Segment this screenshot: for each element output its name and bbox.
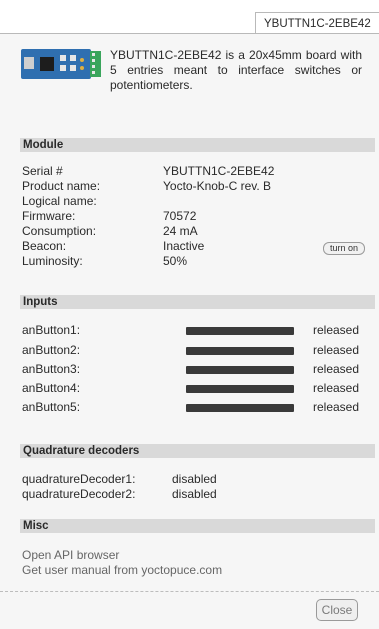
input-state-anbutton5: released: [313, 400, 360, 414]
input-label-anbutton2: anButton2:: [22, 343, 81, 357]
beacon-turn-on-button[interactable]: turn on: [323, 242, 365, 255]
quadrature-label-1: quadratureDecoder1:: [22, 472, 136, 486]
device-description: YBUTTN1C-2EBE42 is a 20x45mm board with …: [110, 48, 362, 92]
field-label-firmware: Firmware:: [22, 209, 76, 223]
input-state-anbutton3: released: [313, 362, 360, 376]
quadrature-label-2: quadratureDecoder2:: [22, 487, 136, 501]
input-level-bar-anbutton1: [186, 327, 294, 335]
device-panel: YBUTTN1C-2EBE42 is a 20x45mm board with …: [0, 33, 379, 629]
quadrature-value-1: disabled: [172, 472, 217, 486]
close-button[interactable]: Close: [316, 599, 358, 621]
tab-device[interactable]: YBUTTN1C-2EBE42: [255, 12, 379, 34]
field-value-luminosity: 50%: [163, 254, 188, 268]
field-value-firmware: 70572: [163, 209, 197, 223]
input-state-anbutton4: released: [313, 381, 360, 395]
section-misc: Misc: [20, 519, 375, 533]
field-label-serial: Serial #: [22, 164, 63, 178]
open-api-browser-link[interactable]: Open API browser: [22, 548, 119, 563]
section-quadrature: Quadrature decoders: [20, 444, 375, 458]
field-value-consumption: 24 mA: [163, 224, 198, 238]
device-card: YBUTTN1C-2EBE42 is a 20x45mm board with …: [10, 38, 375, 622]
field-label-beacon: Beacon:: [22, 239, 67, 253]
input-state-anbutton2: released: [313, 343, 360, 357]
section-inputs: Inputs: [20, 295, 375, 309]
section-module: Module: [20, 138, 375, 152]
field-value-serial: YBUTTN1C-2EBE42: [163, 164, 275, 178]
device-board-image: [21, 49, 101, 79]
input-state-anbutton1: released: [313, 323, 360, 337]
field-label-logical: Logical name:: [22, 194, 97, 208]
input-level-bar-anbutton4: [186, 385, 294, 393]
user-manual-link[interactable]: Get user manual from yoctopuce.com: [22, 563, 222, 578]
input-label-anbutton5: anButton5:: [22, 400, 81, 414]
input-label-anbutton4: anButton4:: [22, 381, 81, 395]
footer-divider: [0, 591, 379, 592]
input-level-bar-anbutton5: [186, 404, 294, 412]
input-level-bar-anbutton3: [186, 366, 294, 374]
quadrature-value-2: disabled: [172, 487, 217, 501]
field-label-luminosity: Luminosity:: [22, 254, 83, 268]
field-label-product: Product name:: [22, 179, 101, 193]
input-level-bar-anbutton2: [186, 347, 294, 355]
input-label-anbutton3: anButton3:: [22, 362, 81, 376]
field-value-beacon: Inactive: [163, 239, 205, 253]
field-value-product: Yocto-Knob-C rev. B: [163, 179, 272, 193]
input-label-anbutton1: anButton1:: [22, 323, 81, 337]
field-label-consumption: Consumption:: [22, 224, 97, 238]
